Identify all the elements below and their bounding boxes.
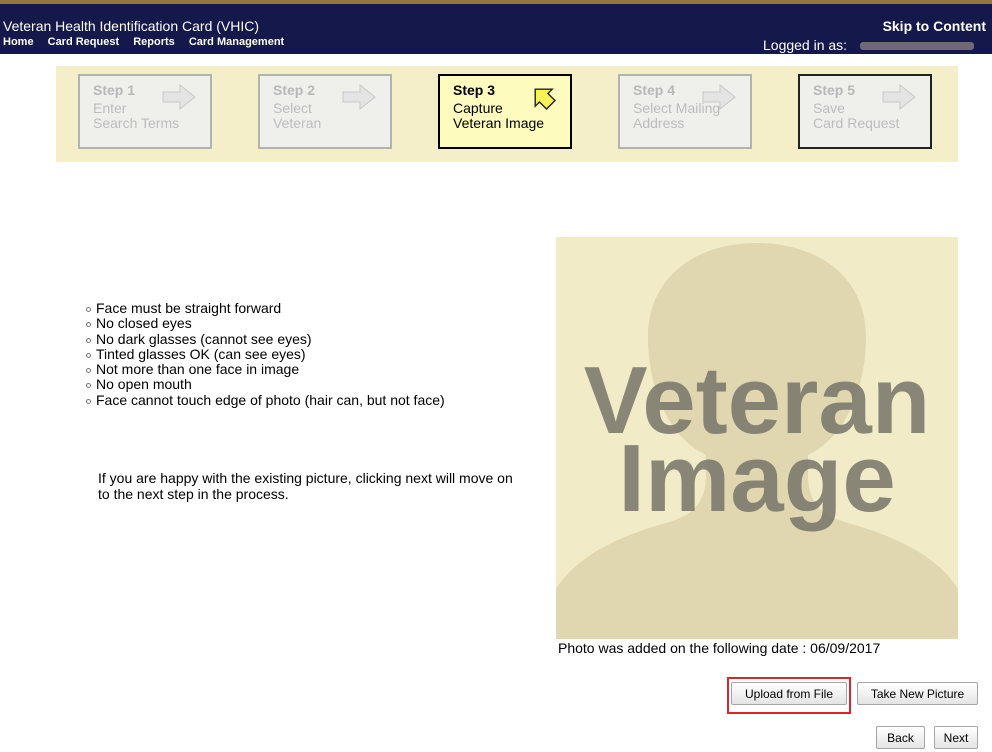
- requirement-item: Not more than one face in image: [86, 361, 445, 377]
- skip-to-content-link[interactable]: Skip to Content: [883, 18, 986, 34]
- requirement-item: No dark glasses (cannot see eyes): [86, 331, 445, 347]
- arrow-right-icon: [342, 84, 376, 110]
- step-desc-line2: Card Request: [813, 115, 900, 131]
- back-button[interactable]: Back: [876, 726, 925, 749]
- step-progress-bar: Step 1 Enter Search Terms Step 2 Select …: [56, 66, 958, 162]
- main-nav: Home Card Request Reports Card Managemen…: [3, 36, 295, 48]
- take-new-picture-button[interactable]: Take New Picture: [857, 682, 978, 705]
- step-5: Step 5 Save Card Request: [798, 74, 932, 149]
- requirement-item: Face cannot touch edge of photo (hair ca…: [86, 392, 445, 408]
- photo-requirements-list: Face must be straight forward No closed …: [86, 300, 445, 408]
- header-bar: Veteran Health Identification Card (VHIC…: [0, 0, 992, 54]
- step-desc-line2: Search Terms: [93, 115, 180, 131]
- arrow-down-icon: [534, 88, 557, 110]
- step-2: Step 2 Select Veteran: [258, 74, 392, 149]
- next-button[interactable]: Next: [934, 726, 978, 749]
- nav-card-request[interactable]: Card Request: [48, 36, 120, 48]
- requirement-item: No open mouth: [86, 377, 445, 392]
- arrow-right-icon: [702, 84, 736, 110]
- arrow-right-icon: [882, 84, 916, 110]
- photo-date-caption: Photo was added on the following date : …: [558, 640, 881, 656]
- step-desc-line2: Veteran Image: [453, 115, 545, 131]
- requirement-item: Face must be straight forward: [86, 300, 445, 316]
- silhouette-image: Veteran Image: [556, 237, 958, 639]
- step-4: Step 4 Select Mailing Address: [618, 74, 752, 149]
- nav-reports[interactable]: Reports: [133, 36, 175, 48]
- photo-placeholder-line2: Image: [618, 425, 895, 532]
- nav-home[interactable]: Home: [3, 36, 34, 48]
- nav-card-management[interactable]: Card Management: [189, 36, 284, 48]
- requirement-item: Tinted glasses OK (can see eyes): [86, 346, 445, 362]
- redacted-username: [860, 42, 974, 50]
- app-title: Veteran Health Identification Card (VHIC…: [3, 18, 260, 34]
- instructions-text: If you are happy with the existing pictu…: [98, 470, 513, 502]
- veteran-photo: Veteran Image: [556, 237, 958, 639]
- step-desc-line2: Address: [633, 115, 685, 131]
- step-1: Step 1 Enter Search Terms: [78, 74, 212, 149]
- upload-from-file-button[interactable]: Upload from File: [731, 682, 847, 705]
- requirement-item: No closed eyes: [86, 315, 445, 331]
- step-3: Step 3 Capture Veteran Image: [438, 74, 572, 149]
- step-desc-line2: Veteran: [273, 115, 322, 131]
- logged-in-label: Logged in as:: [763, 37, 848, 53]
- arrow-right-icon: [162, 84, 196, 110]
